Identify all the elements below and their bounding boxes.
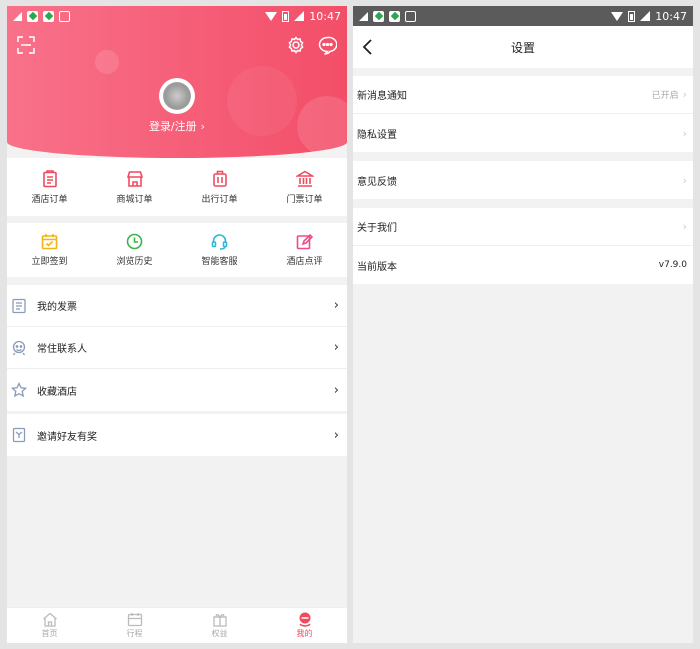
hotel-review-button[interactable]: 酒店点评 [262,223,347,277]
new-message-notification-item[interactable]: 新消息通知 已开启 › [353,76,693,114]
signal-muted-icon [13,11,22,21]
current-version-item: 当前版本 v7.9.0 [357,260,687,273]
mall-orders-button[interactable]: 商城订单 [92,158,177,216]
chevron-right-icon: › [333,382,339,398]
wifi-icon [265,11,278,21]
status-time: 10:47 [655,9,687,23]
gear-icon[interactable] [287,36,305,54]
calendar-check-icon [41,234,58,250]
page-title: 设置 [510,40,535,55]
tool-shortcuts: 立即签到 浏览历史 智能客服 酒店点评 [7,223,347,277]
order-shortcuts: 酒店订单 商城订单 出行订单 门票订单 [7,158,347,216]
settings-screen: 10:47 设置 新消息通知 已开启 › 隐私设置 › 意见反馈 › 关于我们 … [353,6,693,643]
chevron-right-icon: › [682,126,687,140]
clock-icon [126,233,143,250]
star-icon [11,382,27,398]
cell-signal-icon [294,11,305,21]
profile-icon [298,612,311,627]
battery-icon [628,10,636,22]
chevron-right-icon: › [682,173,687,187]
image-icon [59,10,70,22]
status-time: 10:47 [309,9,341,23]
tab-itinerary[interactable]: 行程 [92,608,177,643]
version-value: v7.9.0 [658,260,687,270]
temple-icon [295,170,314,187]
tab-home[interactable]: 首页 [7,608,92,643]
check-in-button[interactable]: 立即签到 [7,223,92,277]
status-bar: 10:47 [353,6,693,26]
about-us-item[interactable]: 关于我们 › [353,208,693,246]
chevron-right-icon: › [682,220,687,233]
gift-icon [12,427,26,443]
my-invoice-item[interactable]: 我的发票 › [7,285,347,327]
travel-orders-button[interactable]: 出行订单 [177,158,262,216]
headset-icon [211,234,228,250]
browse-history-button[interactable]: 浏览历史 [92,223,177,277]
app-notification-icon [373,10,384,22]
chevron-right-icon: › [682,88,687,101]
settings-navbar: 设置 [353,26,693,68]
chevron-right-icon: › [200,120,206,133]
message-icon[interactable] [318,36,337,55]
wifi-icon [611,11,624,21]
privacy-settings-item[interactable]: 隐私设置 › [353,114,693,152]
battery-icon [282,10,290,22]
clipboard-icon [42,169,57,187]
invite-friends-item[interactable]: 邀请好友有奖 › [7,414,347,456]
settings-group-about: 关于我们 › 当前版本 v7.9.0 [353,208,693,284]
settings-group-feedback: 意见反馈 › [353,161,693,199]
cell-signal-icon [640,11,651,21]
chevron-right-icon: › [333,427,339,443]
profile-screen: 10:47 登录/注册 › 酒店订单 商城订单 出行订单 门票订单 立即签到 浏… [7,6,347,643]
edit-icon [296,233,313,250]
login-register-link[interactable]: 登录/注册 › [7,118,347,134]
status-bar: 10:47 [7,6,347,26]
home-icon [42,612,57,627]
tab-profile[interactable]: 我的 [262,608,347,643]
frequent-contacts-item[interactable]: 常住联系人 › [7,327,347,369]
app-notification-icon [389,10,400,22]
favorite-hotels-item[interactable]: 收藏酒店 › [7,369,347,411]
app-notification-icon [27,10,38,22]
profile-menu-list: 我的发票 › 常住联系人 › 收藏酒店 › [7,285,347,411]
ticket-orders-button[interactable]: 门票订单 [262,158,347,216]
settings-group-notifications: 新消息通知 已开启 › 隐私设置 › [353,76,693,152]
avatar[interactable] [159,78,195,114]
invoice-icon [12,298,26,313]
signal-muted-icon [359,11,368,21]
customer-service-button[interactable]: 智能客服 [177,223,262,277]
itinerary-icon [127,613,142,627]
contact-icon [12,340,26,355]
chevron-right-icon: › [333,340,339,355]
bottom-tab-bar: 首页 行程 权益 我的 [7,607,347,643]
chevron-right-icon: › [333,298,339,313]
scan-icon[interactable] [17,36,35,54]
feedback-item[interactable]: 意见反馈 › [353,161,693,199]
shop-icon [126,170,143,187]
tab-benefits[interactable]: 权益 [177,608,262,643]
app-notification-icon [43,10,54,22]
hotel-orders-button[interactable]: 酒店订单 [7,158,92,216]
back-arrow-icon[interactable] [361,38,375,56]
benefit-icon [212,613,227,627]
luggage-icon [212,170,227,187]
image-icon [405,10,416,22]
